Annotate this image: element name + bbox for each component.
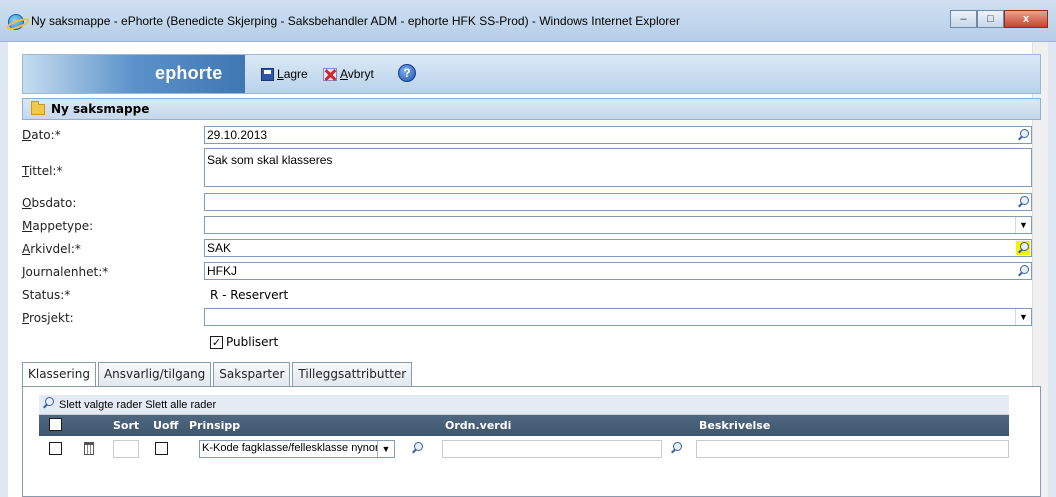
close-button[interactable]: x [1004, 10, 1048, 28]
logo-text: ephorte [155, 63, 223, 83]
header-sort[interactable]: Sort [113, 419, 139, 432]
uoff-checkbox[interactable] [155, 442, 168, 455]
journalenhet-value: HFKJ [207, 264, 237, 278]
status-label: Status:* [22, 288, 71, 302]
prosjekt-label: Prosjekt: [22, 311, 74, 325]
help-icon[interactable]: ? [398, 64, 416, 82]
cancel-icon [323, 67, 337, 81]
save-icon [261, 67, 274, 81]
section-header: Ny saksmappe [22, 98, 1041, 120]
prinsipp-select[interactable]: K-Kode fagklasse/fellesklasse nynorsk ▼ [199, 440, 395, 458]
publisert-label: Publisert [226, 335, 279, 349]
mappetype-label: Mappetype: [22, 219, 94, 233]
chevron-down-icon[interactable]: ▼ [377, 441, 394, 457]
prosjekt-select[interactable]: ▼ [204, 308, 1032, 326]
sort-input[interactable] [113, 440, 139, 458]
chevron-down-icon[interactable]: ▼ [1015, 309, 1031, 325]
tittel-label: Tittel:* [22, 164, 63, 178]
tittel-field[interactable]: Sak som skal klasseres [204, 148, 1032, 187]
app-toolbar: ephorte Lagre Avbryt ? [22, 54, 1041, 94]
row-select-checkbox[interactable] [49, 442, 62, 455]
select-all-checkbox[interactable] [49, 418, 62, 431]
save-label-mnemonic: L [277, 67, 284, 81]
obsdato-label: Obsdato: [22, 196, 77, 210]
mappetype-select[interactable]: ▼ [204, 216, 1032, 234]
table-toolbar: Slett valgte rader Slett alle rader [39, 395, 1009, 415]
header-prinsipp[interactable]: Prinsipp [189, 419, 240, 432]
dato-field[interactable]: 29.10.2013 [204, 126, 1032, 144]
folder-icon [31, 100, 45, 115]
journalenhet-label: Journalenhet:* [22, 265, 109, 279]
minimize-button[interactable]: – [950, 10, 977, 28]
cancel-button[interactable]: Avbryt [323, 67, 374, 81]
klassering-panel: Slett valgte rader Slett alle rader Sort… [22, 386, 1041, 497]
ordnverdi-lookup-icon[interactable] [669, 441, 683, 455]
maximize-button[interactable]: □ [977, 10, 1004, 28]
window-title: Ny saksmappe - ePhorte (Benedicte Skjerp… [31, 14, 680, 28]
journalenhet-lookup-icon[interactable] [1016, 264, 1030, 278]
tab-ansvarlig-tilgang[interactable]: Ansvarlig/tilgang [97, 362, 212, 386]
save-label: agre [283, 67, 308, 81]
obsdato-field[interactable] [204, 193, 1032, 211]
table-header: Sort Uoff Prinsipp Ordn.verdi Beskrivels… [39, 415, 1009, 436]
header-ordnverdi[interactable]: Ordn.verdi [445, 419, 511, 432]
table-row: K-Kode fagklasse/fellesklasse nynorsk ▼ [39, 436, 1009, 462]
beskrivelse-input[interactable] [696, 440, 1009, 458]
status-value: R - Reservert [210, 288, 289, 302]
prinsipp-lookup-icon[interactable] [410, 441, 424, 455]
chevron-down-icon[interactable]: ▼ [1015, 217, 1031, 233]
ephorte-logo: ephorte [23, 55, 245, 93]
internet-explorer-icon [8, 14, 24, 30]
arkivdel-field[interactable]: SAK [204, 239, 1032, 257]
tab-klassering[interactable]: Klassering [22, 362, 96, 387]
dato-label: Dato:* [22, 128, 61, 142]
save-button[interactable]: Lagre [261, 67, 308, 81]
obsdato-lookup-icon[interactable] [1016, 195, 1030, 209]
window-controls: – □ x [950, 10, 1048, 28]
cancel-label: vbryt [347, 67, 374, 81]
prinsipp-value: K-Kode fagklasse/fellesklasse nynorsk [202, 442, 390, 454]
tab-bar: Klassering Ansvarlig/tilgang Saksparter … [22, 362, 413, 387]
publisert-checkbox[interactable]: ✓ [210, 335, 223, 349]
trash-icon[interactable] [84, 442, 94, 455]
publisert-checkbox-row[interactable]: ✓ Publisert [210, 335, 278, 349]
arkivdel-label: Arkivdel:* [22, 242, 81, 256]
window-titlebar: Ny saksmappe - ePhorte (Benedicte Skjerp… [0, 0, 1056, 42]
delete-rows-links[interactable]: Slett valgte rader Slett alle rader [59, 399, 216, 411]
header-uoff[interactable]: Uoff [153, 419, 178, 432]
tittel-value: Sak som skal klasseres [207, 153, 333, 167]
cancel-label-mnemonic: A [340, 67, 348, 81]
header-beskrivelse[interactable]: Beskrivelse [699, 419, 770, 432]
dato-lookup-icon[interactable] [1016, 128, 1030, 142]
arkivdel-lookup-icon[interactable] [1016, 241, 1030, 255]
search-icon[interactable] [41, 396, 55, 410]
tab-saksparter[interactable]: Saksparter [213, 362, 291, 386]
ordnverdi-input[interactable] [442, 440, 662, 458]
section-title: Ny saksmappe [51, 102, 150, 116]
browser-content: ^ ephorte Lagre Avbryt ? Ny saksmappe Da… [8, 42, 1048, 497]
journalenhet-field[interactable]: HFKJ [204, 262, 1032, 280]
arkivdel-value: SAK [207, 241, 232, 255]
tab-tilleggsattributter[interactable]: Tilleggsattributter [292, 362, 413, 386]
dato-value: 29.10.2013 [207, 128, 268, 142]
